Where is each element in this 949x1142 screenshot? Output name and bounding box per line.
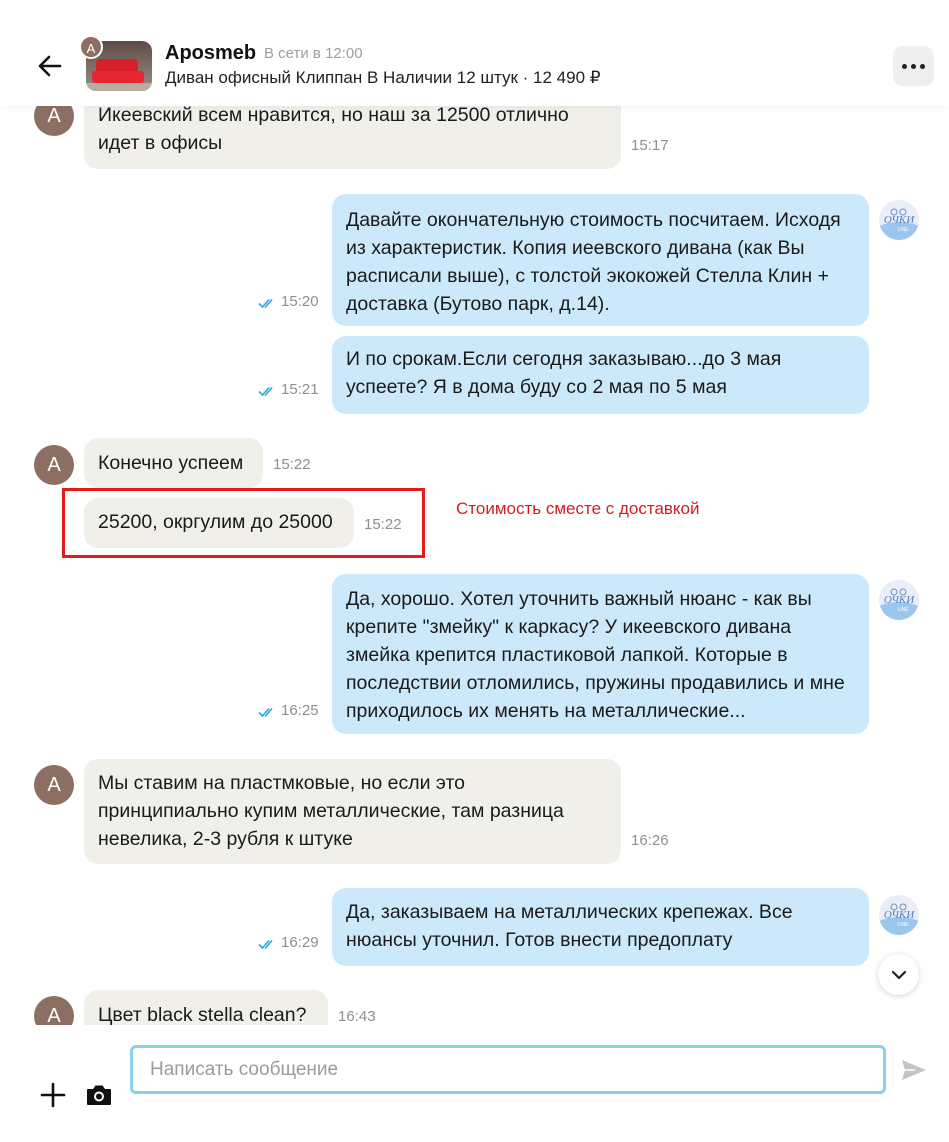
chevron-down-icon xyxy=(891,970,906,979)
message-time: 16:29 xyxy=(281,934,319,951)
message-text: Да, хорошо. Хотел уточнить важный нюанс … xyxy=(346,588,845,722)
chat-header: А Aposmeb В сети в 12:00 Диван офисный К… xyxy=(0,0,949,106)
attach-button[interactable] xyxy=(40,1082,66,1108)
camera-button[interactable] xyxy=(85,1082,113,1108)
message-time: 15:22 xyxy=(273,456,311,473)
message-time: 15:17 xyxy=(631,137,669,154)
message-bubble-incoming[interactable]: Цвет black stella clean? xyxy=(84,990,328,1025)
my-avatar-logo-subtext: LINE xyxy=(897,227,909,233)
back-arrow-icon xyxy=(38,55,62,77)
my-avatar[interactable]: ОЧКИ LINE xyxy=(879,200,919,240)
message-time: 15:20 xyxy=(281,293,319,310)
seller-online-status: В сети в 12:00 xyxy=(264,45,363,62)
plus-icon xyxy=(40,1082,66,1108)
double-check-icon xyxy=(258,296,278,309)
message-bubble-outgoing[interactable]: Да, хорошо. Хотел уточнить важный нюанс … xyxy=(332,574,869,734)
message-composer xyxy=(0,1025,949,1142)
listing-title[interactable]: Диван офисный Клиппан В Наличии 12 штук … xyxy=(165,68,601,88)
my-avatar-logo-text: ОЧКИ xyxy=(884,909,915,921)
double-check-icon xyxy=(258,705,278,718)
message-text: Цвет black stella clean? xyxy=(98,1004,307,1025)
message-bubble-outgoing[interactable]: Да, заказываем на металлических крепежах… xyxy=(332,888,869,966)
send-button[interactable] xyxy=(900,1057,928,1083)
message-text: Давайте окончательную стоимость посчитае… xyxy=(346,209,841,315)
message-input[interactable] xyxy=(130,1045,886,1094)
send-icon xyxy=(902,1060,926,1080)
message-text: И по срокам.Если сегодня заказываю...до … xyxy=(346,348,782,398)
my-avatar-logo-subtext: LINE xyxy=(897,607,909,613)
message-time: 16:25 xyxy=(281,702,319,719)
double-check-icon xyxy=(258,384,278,397)
messages-list[interactable]: А Икеевский всем нравится, но наш за 125… xyxy=(0,0,949,1025)
my-avatar[interactable]: ОЧКИ LINE xyxy=(879,580,919,620)
message-text: Икеевский всем нравится, но наш за 12500… xyxy=(98,104,569,154)
seller-name[interactable]: Aposmeb xyxy=(165,42,256,65)
seller-avatar[interactable]: А xyxy=(34,445,74,485)
message-text: Да, заказываем на металлических крепежах… xyxy=(346,901,793,951)
message-bubble-incoming[interactable]: Мы ставим на пластмковые, но если это пр… xyxy=(84,759,621,864)
message-time: 16:43 xyxy=(338,1008,376,1025)
seller-avatar[interactable]: А xyxy=(34,996,74,1025)
my-avatar-logo-text: ОЧКИ xyxy=(884,214,915,226)
message-time: 15:21 xyxy=(281,381,319,398)
message-bubble-outgoing[interactable]: И по срокам.Если сегодня заказываю...до … xyxy=(332,336,869,414)
message-bubble-incoming[interactable]: Конечно успеем xyxy=(84,438,263,488)
annotation-highlight-box xyxy=(62,488,425,558)
more-dots-icon xyxy=(902,63,907,69)
my-avatar-logo-subtext: LINE xyxy=(897,922,909,928)
seller-avatar-small[interactable]: А xyxy=(79,35,103,59)
my-avatar[interactable]: ОЧКИ LINE xyxy=(879,895,919,935)
message-text: Конечно успеем xyxy=(98,452,244,474)
more-options-button[interactable] xyxy=(893,46,934,86)
double-check-icon xyxy=(258,937,278,950)
seller-avatar[interactable]: А xyxy=(34,765,74,805)
camera-icon xyxy=(87,1085,111,1105)
annotation-label: Стоимость сместе с доставкой xyxy=(456,499,700,518)
my-avatar-logo-text: ОЧКИ xyxy=(884,594,915,606)
back-button[interactable] xyxy=(36,52,64,80)
message-text: Мы ставим на пластмковые, но если это пр… xyxy=(98,772,564,850)
message-bubble-outgoing[interactable]: Давайте окончательную стоимость посчитае… xyxy=(332,194,869,326)
scroll-down-button[interactable] xyxy=(878,954,919,995)
message-time: 16:26 xyxy=(631,832,669,849)
